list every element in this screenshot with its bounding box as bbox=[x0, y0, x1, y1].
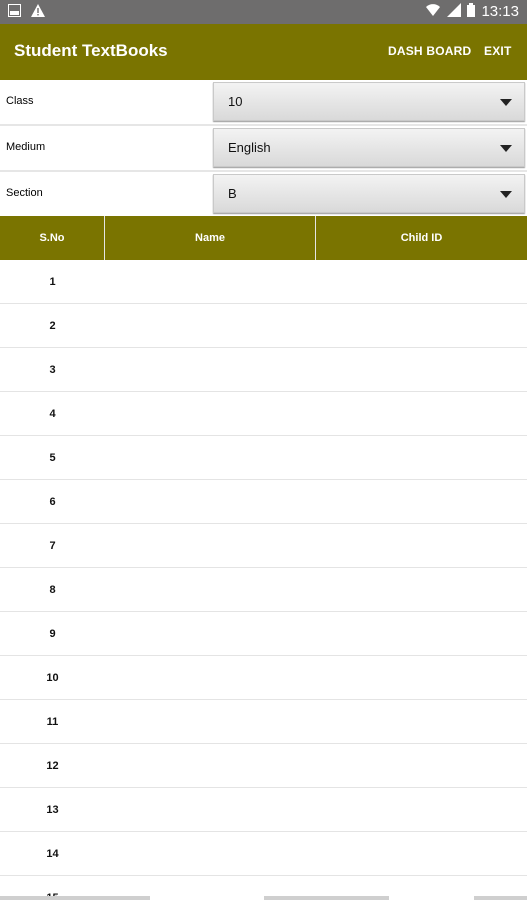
column-header-sno: S.No bbox=[0, 216, 105, 260]
dropdown-arrow-icon bbox=[500, 99, 512, 106]
row-child-id bbox=[316, 700, 527, 743]
row-name bbox=[105, 568, 316, 611]
medium-select-value: English bbox=[228, 140, 271, 155]
row-child-id bbox=[316, 392, 527, 435]
table-row[interactable]: 8 bbox=[0, 568, 527, 612]
table-row[interactable]: 3 bbox=[0, 348, 527, 392]
row-name bbox=[105, 656, 316, 699]
dropdown-arrow-icon bbox=[500, 145, 512, 152]
row-sno: 10 bbox=[46, 671, 59, 684]
row-child-id bbox=[316, 832, 527, 875]
class-select-value: 10 bbox=[228, 94, 243, 109]
medium-label: Medium bbox=[6, 141, 46, 153]
row-sno: 5 bbox=[49, 451, 56, 464]
table-row[interactable]: 5 bbox=[0, 436, 527, 480]
row-name bbox=[105, 480, 316, 523]
exit-button[interactable]: EXIT bbox=[484, 44, 511, 58]
class-filter-row: Class 10 bbox=[0, 80, 527, 126]
nav-bar-edge bbox=[264, 896, 389, 900]
dropdown-arrow-icon bbox=[500, 191, 512, 198]
row-sno: 1 bbox=[49, 275, 56, 288]
medium-select[interactable]: English bbox=[213, 128, 525, 167]
table-row[interactable]: 14 bbox=[0, 832, 527, 876]
row-sno: 9 bbox=[49, 627, 56, 640]
row-name bbox=[105, 260, 316, 303]
row-sno: 12 bbox=[46, 759, 59, 772]
row-name bbox=[105, 304, 316, 347]
table-row[interactable]: 12 bbox=[0, 744, 527, 788]
row-child-id bbox=[316, 304, 527, 347]
dashboard-button[interactable]: DASH BOARD bbox=[388, 44, 471, 58]
column-header-child-id: Child ID bbox=[400, 232, 443, 244]
row-sno: 2 bbox=[49, 319, 56, 332]
row-name bbox=[105, 392, 316, 435]
row-name bbox=[105, 436, 316, 479]
student-table[interactable]: 123456789101112131415 bbox=[0, 260, 527, 900]
row-child-id bbox=[316, 348, 527, 391]
row-sno: 14 bbox=[46, 847, 59, 860]
row-sno: 8 bbox=[49, 583, 56, 596]
row-name bbox=[105, 744, 316, 787]
row-child-id bbox=[316, 524, 527, 567]
table-header: S.No Name Child ID bbox=[0, 216, 527, 260]
row-child-id bbox=[316, 436, 527, 479]
row-name bbox=[105, 832, 316, 875]
row-sno: 3 bbox=[49, 363, 56, 376]
row-child-id bbox=[316, 568, 527, 611]
row-child-id bbox=[316, 480, 527, 523]
signal-icon bbox=[447, 3, 462, 20]
row-sno: 11 bbox=[46, 715, 59, 728]
table-row[interactable]: 10 bbox=[0, 656, 527, 700]
nav-bar-edge bbox=[474, 896, 527, 900]
table-row[interactable]: 6 bbox=[0, 480, 527, 524]
row-sno: 4 bbox=[49, 407, 56, 420]
row-sno: 6 bbox=[49, 495, 56, 508]
row-name bbox=[105, 788, 316, 831]
status-bar: 13:13 bbox=[0, 0, 527, 24]
image-icon bbox=[8, 4, 21, 22]
row-child-id bbox=[316, 260, 527, 303]
row-name bbox=[105, 700, 316, 743]
table-row[interactable]: 4 bbox=[0, 392, 527, 436]
row-sno: 13 bbox=[46, 803, 59, 816]
table-row[interactable]: 2 bbox=[0, 304, 527, 348]
row-name bbox=[105, 612, 316, 655]
row-name bbox=[105, 524, 316, 567]
clock: 13:13 bbox=[481, 3, 519, 20]
table-row[interactable]: 7 bbox=[0, 524, 527, 568]
class-label: Class bbox=[6, 95, 34, 107]
row-name bbox=[105, 348, 316, 391]
row-child-id bbox=[316, 612, 527, 655]
class-select[interactable]: 10 bbox=[213, 82, 525, 121]
table-row[interactable]: 11 bbox=[0, 700, 527, 744]
table-row[interactable]: 1 bbox=[0, 260, 527, 304]
wifi-icon bbox=[425, 3, 441, 20]
page-title: Student TextBooks bbox=[14, 41, 168, 60]
section-select[interactable]: B bbox=[213, 174, 525, 213]
app-bar: Student TextBooks DASH BOARD EXIT bbox=[0, 24, 527, 80]
section-filter-row: Section B bbox=[0, 172, 527, 218]
row-child-id bbox=[316, 656, 527, 699]
section-label: Section bbox=[6, 187, 43, 199]
table-row[interactable]: 9 bbox=[0, 612, 527, 656]
warning-icon bbox=[31, 4, 45, 22]
medium-filter-row: Medium English bbox=[0, 126, 527, 172]
nav-bar-edge bbox=[0, 896, 150, 900]
column-header-name: Name bbox=[105, 216, 316, 260]
row-child-id bbox=[316, 744, 527, 787]
table-row[interactable]: 13 bbox=[0, 788, 527, 832]
section-select-value: B bbox=[228, 186, 237, 201]
battery-icon bbox=[467, 3, 476, 20]
row-child-id bbox=[316, 788, 527, 831]
row-sno: 7 bbox=[49, 539, 56, 552]
